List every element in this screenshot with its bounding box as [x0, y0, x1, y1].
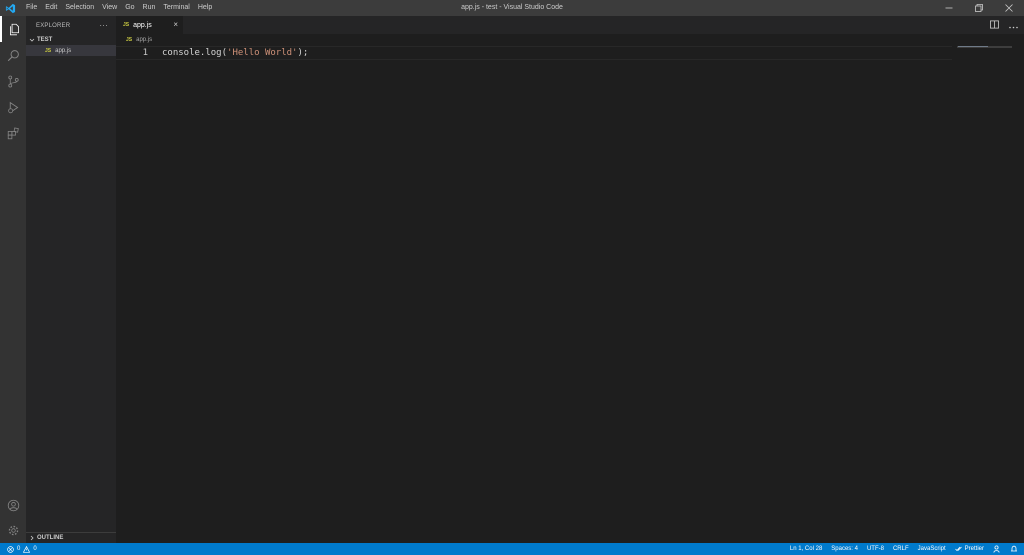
outline-label: OUTLINE [37, 535, 64, 541]
menu-file[interactable]: File [22, 0, 41, 16]
close-icon [1005, 4, 1013, 12]
encoding[interactable]: UTF-8 [867, 546, 884, 552]
cursor-position[interactable]: Ln 1, Col 28 [790, 546, 822, 552]
manage-button[interactable] [0, 517, 26, 543]
restore-button[interactable] [964, 0, 994, 16]
person-feedback-icon [993, 545, 1000, 553]
outline-section[interactable]: OUTLINE [26, 532, 116, 543]
search-icon [7, 49, 19, 61]
language-mode[interactable]: JavaScript [918, 546, 946, 552]
status-bar: 0 0 Ln 1, Col 28 Spaces: 4 UTF-8 CRLF Ja… [0, 543, 1024, 555]
code-line[interactable]: console.log('Hello World'); [162, 46, 308, 60]
split-editor-button[interactable] [990, 16, 999, 34]
split-editor-icon [990, 20, 999, 29]
code-token: console.log( [162, 48, 228, 58]
explorer-title: EXPLORER [36, 22, 71, 29]
code-editor[interactable]: 1 console.log('Hello World'); [116, 46, 1024, 543]
prettier-status[interactable]: Prettier [954, 546, 984, 552]
tab-app-js[interactable]: JS app.js × [116, 16, 183, 34]
editor-tabs: JS app.js × [116, 16, 1024, 34]
files-icon [9, 23, 19, 35]
close-tab-icon[interactable]: × [173, 16, 178, 34]
menu-run[interactable]: Run [139, 0, 160, 16]
menu-view[interactable]: View [98, 0, 121, 16]
more-actions-icon[interactable]: ··· [99, 21, 108, 30]
folder-test[interactable]: TEST [26, 35, 116, 45]
extensions-icon [7, 126, 19, 139]
vscode-logo-icon [2, 0, 18, 16]
editor-actions [990, 16, 1018, 34]
menu-selection[interactable]: Selection [61, 0, 98, 16]
run-debug-button[interactable] [0, 94, 26, 120]
problems-indicator[interactable]: 0 0 [0, 545, 37, 553]
menu-go[interactable]: Go [121, 0, 138, 16]
breadcrumb: JS app.js [116, 34, 1024, 46]
bell-icon [1011, 545, 1017, 552]
more-icon [1009, 26, 1018, 29]
minimize-button[interactable] [934, 0, 964, 16]
menu-bar: File Edit Selection View Go Run Terminal… [22, 0, 216, 16]
minimap[interactable] [958, 46, 988, 47]
more-actions-button[interactable] [1009, 16, 1018, 34]
breadcrumb-file[interactable]: app.js [136, 37, 152, 43]
error-count: 0 [17, 546, 21, 552]
double-check-icon [954, 546, 962, 552]
chevron-right-icon [29, 535, 37, 541]
indentation[interactable]: Spaces: 4 [831, 546, 858, 552]
source-control-button[interactable] [0, 68, 26, 94]
explorer-sidebar: EXPLORER ··· TEST JS app.js OUTLINE [26, 16, 116, 543]
warning-count: 0 [33, 546, 37, 552]
notifications-button[interactable] [1010, 545, 1018, 553]
file-item-app-js[interactable]: JS app.js [26, 45, 116, 56]
js-file-icon: JS [126, 37, 133, 43]
status-bar-right: Ln 1, Col 28 Spaces: 4 UTF-8 CRLF JavaSc… [790, 543, 1018, 555]
feedback-button[interactable] [993, 545, 1001, 553]
accounts-button[interactable] [0, 492, 26, 518]
js-file-icon: JS [45, 47, 52, 54]
run-debug-icon [7, 101, 18, 113]
file-name: app.js [55, 47, 72, 54]
title-bar: File Edit Selection View Go Run Terminal… [0, 0, 1024, 16]
warning-icon [23, 545, 31, 553]
menu-edit[interactable]: Edit [41, 0, 61, 16]
close-window-button[interactable] [994, 0, 1024, 16]
line-number: 1 [142, 48, 148, 58]
source-control-icon [7, 75, 19, 87]
window-controls [934, 0, 1024, 16]
menu-help[interactable]: Help [194, 0, 216, 16]
menu-terminal[interactable]: Terminal [159, 0, 193, 16]
gear-icon [8, 525, 18, 535]
explorer-button[interactable] [0, 16, 26, 42]
line-ending[interactable]: CRLF [893, 546, 909, 552]
js-file-icon: JS [123, 22, 130, 28]
chevron-down-icon [29, 37, 37, 43]
folder-name: TEST [37, 37, 53, 43]
prettier-label: Prettier [964, 546, 984, 552]
extensions-button[interactable] [0, 120, 26, 146]
search-button[interactable] [0, 42, 26, 68]
tab-label: app.js [133, 21, 152, 29]
minimize-icon [945, 7, 953, 9]
explorer-header: EXPLORER ··· [26, 16, 116, 35]
code-token: ); [297, 48, 309, 58]
account-icon [7, 499, 19, 511]
restore-icon [975, 4, 983, 12]
string-token: 'Hello World' [227, 48, 298, 58]
activity-bar [0, 16, 26, 543]
error-icon [7, 545, 14, 553]
